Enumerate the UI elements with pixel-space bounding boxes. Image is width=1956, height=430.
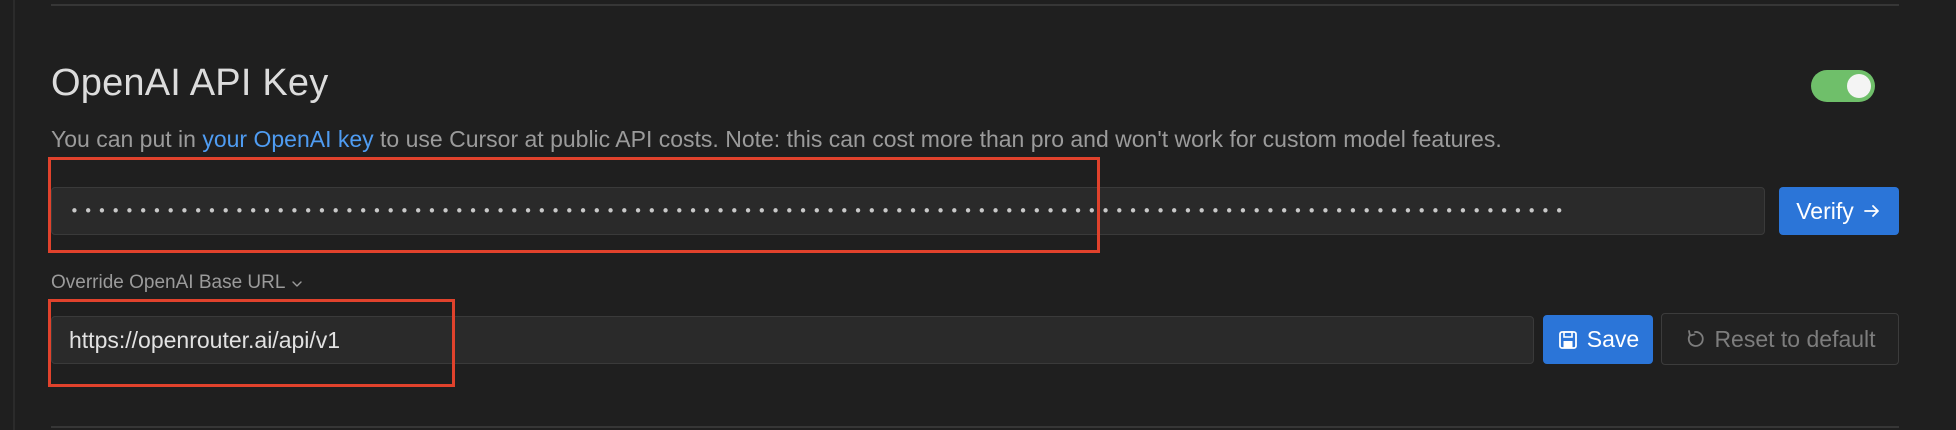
api-key-input[interactable]: ••••••••••••••••••••••••••••••••••••••••… [51,187,1765,235]
openai-key-link[interactable]: your OpenAI key [202,126,373,152]
section-description: You can put in your OpenAI key to use Cu… [51,126,1502,153]
settings-page: OpenAI API Key You can put in your OpenA… [0,0,1956,430]
save-button[interactable]: Save [1543,315,1653,364]
save-icon [1558,330,1577,349]
arrow-right-icon [1863,205,1879,217]
chevron-down-icon [292,281,303,287]
refresh-icon [1688,330,1705,347]
reset-to-default-button[interactable]: Reset to default [1661,313,1899,365]
api-key-toggle[interactable] [1811,70,1875,102]
description-prefix: You can put in [51,126,203,152]
base-url-input[interactable]: https://openrouter.ai/api/v1 [51,316,1534,364]
reset-button-label: Reset to default [1714,325,1876,352]
override-base-url-label: Override OpenAI Base URL [51,272,286,293]
verify-button[interactable]: Verify [1779,187,1899,235]
description-suffix: to use Cursor at public API costs. Note:… [373,126,1502,152]
toggle-knob [1847,74,1871,98]
section-title: OpenAI API Key [51,62,329,104]
bottom-divider [51,426,1899,428]
left-border [13,0,15,430]
top-divider [51,4,1899,6]
override-base-url-toggle[interactable]: Override OpenAI Base URL [51,272,303,294]
save-button-label: Save [1586,326,1640,352]
verify-button-label: Verify [1796,197,1854,224]
